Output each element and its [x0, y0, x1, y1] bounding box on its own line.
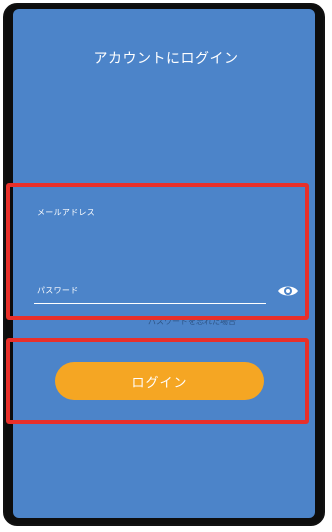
highlight-button-box	[6, 338, 309, 424]
highlight-form-box	[6, 183, 309, 320]
page-title: アカウントにログイン	[93, 51, 239, 67]
